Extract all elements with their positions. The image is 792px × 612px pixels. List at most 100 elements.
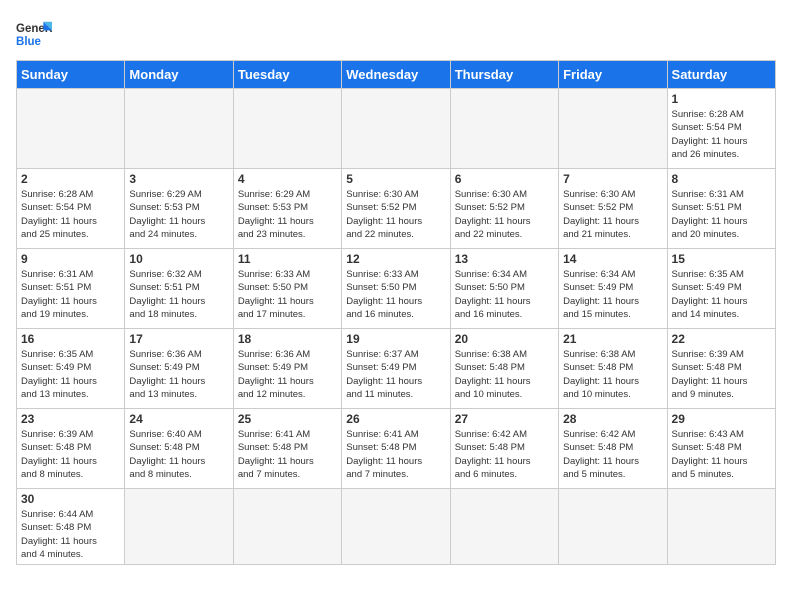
day-content: Sunrise: 6:36 AM Sunset: 5:49 PM Dayligh…	[129, 348, 228, 401]
calendar-cell: 14Sunrise: 6:34 AM Sunset: 5:49 PM Dayli…	[559, 249, 667, 329]
calendar-cell	[233, 489, 341, 565]
day-content: Sunrise: 6:34 AM Sunset: 5:50 PM Dayligh…	[455, 268, 554, 321]
calendar-cell: 23 Sunrise: 6:39 AM Sunset: 5:48 PM Dayli…	[17, 409, 125, 489]
calendar-week-4: 16 Sunrise: 6:35 AM Sunset: 5:49 PM Dayli…	[17, 329, 776, 409]
calendar-table: SundayMondayTuesdayWednesdayThursdayFrid…	[16, 60, 776, 565]
day-content: Sunrise: 6:28 AM Sunset: 5:54 PM Dayligh…	[672, 108, 771, 161]
calendar-cell: 9 Sunrise: 6:31 AM Sunset: 5:51 PM Daylig…	[17, 249, 125, 329]
day-content: Sunrise: 6:41 AM Sunset: 5:48 PM Dayligh…	[346, 428, 445, 481]
day-number: 23	[21, 412, 120, 426]
calendar-cell	[559, 89, 667, 169]
day-content: Sunrise: 6:40 AM Sunset: 5:48 PM Dayligh…	[129, 428, 228, 481]
day-number: 6	[455, 172, 554, 186]
day-content: Sunrise: 6:29 AM Sunset: 5:53 PM Dayligh…	[238, 188, 337, 241]
column-header-tuesday: Tuesday	[233, 61, 341, 89]
day-content: Sunrise: 6:30 AM Sunset: 5:52 PM Dayligh…	[455, 188, 554, 241]
day-number: 2	[21, 172, 120, 186]
day-number: 16	[21, 332, 120, 346]
day-number: 11	[238, 252, 337, 266]
day-content: Sunrise: 6:39 AM Sunset: 5:48 PM Dayligh…	[21, 428, 120, 481]
day-content: Sunrise: 6:43 AM Sunset: 5:48 PM Dayligh…	[672, 428, 771, 481]
day-number: 21	[563, 332, 662, 346]
calendar-cell	[450, 489, 558, 565]
svg-text:Blue: Blue	[16, 36, 42, 48]
day-content: Sunrise: 6:29 AM Sunset: 5:53 PM Dayligh…	[129, 188, 228, 241]
calendar-week-6: 30 Sunrise: 6:44 AM Sunset: 5:48 PM Dayli…	[17, 489, 776, 565]
day-number: 4	[238, 172, 337, 186]
calendar-cell: 5Sunrise: 6:30 AM Sunset: 5:52 PM Daylig…	[342, 169, 450, 249]
day-number: 10	[129, 252, 228, 266]
calendar-cell: 6 Sunrise: 6:30 AM Sunset: 5:52 PM Daylig…	[450, 169, 558, 249]
day-content: Sunrise: 6:37 AM Sunset: 5:49 PM Dayligh…	[346, 348, 445, 401]
day-content: Sunrise: 6:33 AM Sunset: 5:50 PM Dayligh…	[238, 268, 337, 321]
calendar-cell: 17 Sunrise: 6:36 AM Sunset: 5:49 PM Dayli…	[125, 329, 233, 409]
day-content: Sunrise: 6:42 AM Sunset: 5:48 PM Dayligh…	[563, 428, 662, 481]
calendar-cell: 1 Sunrise: 6:28 AM Sunset: 5:54 PM Daylig…	[667, 89, 775, 169]
calendar-cell: 22 Sunrise: 6:39 AM Sunset: 5:48 PM Dayli…	[667, 329, 775, 409]
calendar-cell: 8 Sunrise: 6:31 AM Sunset: 5:51 PM Daylig…	[667, 169, 775, 249]
day-number: 27	[455, 412, 554, 426]
day-number: 29	[672, 412, 771, 426]
column-header-wednesday: Wednesday	[342, 61, 450, 89]
day-number: 13	[455, 252, 554, 266]
calendar-cell	[559, 489, 667, 565]
calendar-cell: 7 Sunrise: 6:30 AM Sunset: 5:52 PM Daylig…	[559, 169, 667, 249]
day-content: Sunrise: 6:31 AM Sunset: 5:51 PM Dayligh…	[21, 268, 120, 321]
day-content: Sunrise: 6:42 AM Sunset: 5:48 PM Dayligh…	[455, 428, 554, 481]
calendar-cell: 2 Sunrise: 6:28 AM Sunset: 5:54 PM Daylig…	[17, 169, 125, 249]
calendar-week-5: 23 Sunrise: 6:39 AM Sunset: 5:48 PM Dayli…	[17, 409, 776, 489]
calendar-cell: 16 Sunrise: 6:35 AM Sunset: 5:49 PM Dayli…	[17, 329, 125, 409]
day-content: Sunrise: 6:36 AM Sunset: 5:49 PM Dayligh…	[238, 348, 337, 401]
calendar-cell	[233, 89, 341, 169]
column-header-friday: Friday	[559, 61, 667, 89]
calendar-cell: 4 Sunrise: 6:29 AM Sunset: 5:53 PM Daylig…	[233, 169, 341, 249]
day-content: Sunrise: 6:38 AM Sunset: 5:48 PM Dayligh…	[455, 348, 554, 401]
day-number: 15	[672, 252, 771, 266]
day-content: Sunrise: 6:31 AM Sunset: 5:51 PM Dayligh…	[672, 188, 771, 241]
logo: General Blue	[16, 16, 52, 52]
day-number: 18	[238, 332, 337, 346]
day-number: 1	[672, 92, 771, 106]
day-content: Sunrise: 6:30 AM Sunset: 5:52 PM Dayligh…	[346, 188, 445, 241]
day-content: Sunrise: 6:30 AM Sunset: 5:52 PM Dayligh…	[563, 188, 662, 241]
day-number: 22	[672, 332, 771, 346]
day-number: 19	[346, 332, 445, 346]
calendar-cell: 20 Sunrise: 6:38 AM Sunset: 5:48 PM Dayli…	[450, 329, 558, 409]
day-number: 17	[129, 332, 228, 346]
calendar-cell: 10Sunrise: 6:32 AM Sunset: 5:51 PM Dayli…	[125, 249, 233, 329]
calendar-cell	[125, 489, 233, 565]
day-content: Sunrise: 6:35 AM Sunset: 5:49 PM Dayligh…	[672, 268, 771, 321]
calendar-cell: 25Sunrise: 6:41 AM Sunset: 5:48 PM Dayli…	[233, 409, 341, 489]
day-number: 9	[21, 252, 120, 266]
logo-icon: General Blue	[16, 16, 52, 52]
calendar-cell: 19 Sunrise: 6:37 AM Sunset: 5:49 PM Dayli…	[342, 329, 450, 409]
day-number: 28	[563, 412, 662, 426]
day-number: 20	[455, 332, 554, 346]
day-content: Sunrise: 6:44 AM Sunset: 5:48 PM Dayligh…	[21, 508, 120, 561]
calendar-cell: 12Sunrise: 6:33 AM Sunset: 5:50 PM Dayli…	[342, 249, 450, 329]
day-content: Sunrise: 6:28 AM Sunset: 5:54 PM Dayligh…	[21, 188, 120, 241]
day-number: 8	[672, 172, 771, 186]
calendar-cell	[450, 89, 558, 169]
calendar-cell: 26 Sunrise: 6:41 AM Sunset: 5:48 PM Dayli…	[342, 409, 450, 489]
calendar-cell	[125, 89, 233, 169]
day-content: Sunrise: 6:34 AM Sunset: 5:49 PM Dayligh…	[563, 268, 662, 321]
day-content: Sunrise: 6:39 AM Sunset: 5:48 PM Dayligh…	[672, 348, 771, 401]
calendar-cell	[342, 489, 450, 565]
day-content: Sunrise: 6:41 AM Sunset: 5:48 PM Dayligh…	[238, 428, 337, 481]
day-content: Sunrise: 6:38 AM Sunset: 5:48 PM Dayligh…	[563, 348, 662, 401]
day-number: 26	[346, 412, 445, 426]
calendar-cell: 28 Sunrise: 6:42 AM Sunset: 5:48 PM Dayli…	[559, 409, 667, 489]
day-number: 3	[129, 172, 228, 186]
day-content: Sunrise: 6:33 AM Sunset: 5:50 PM Dayligh…	[346, 268, 445, 321]
calendar-cell: 24Sunrise: 6:40 AM Sunset: 5:48 PM Dayli…	[125, 409, 233, 489]
day-number: 7	[563, 172, 662, 186]
day-content: Sunrise: 6:35 AM Sunset: 5:49 PM Dayligh…	[21, 348, 120, 401]
calendar-cell: 27 Sunrise: 6:42 AM Sunset: 5:48 PM Dayli…	[450, 409, 558, 489]
calendar-cell: 15 Sunrise: 6:35 AM Sunset: 5:49 PM Dayli…	[667, 249, 775, 329]
page-header: General Blue	[16, 16, 776, 52]
calendar-cell	[342, 89, 450, 169]
day-number: 30	[21, 492, 120, 506]
calendar-cell: 18 Sunrise: 6:36 AM Sunset: 5:49 PM Dayli…	[233, 329, 341, 409]
calendar-cell: 11 Sunrise: 6:33 AM Sunset: 5:50 PM Dayli…	[233, 249, 341, 329]
